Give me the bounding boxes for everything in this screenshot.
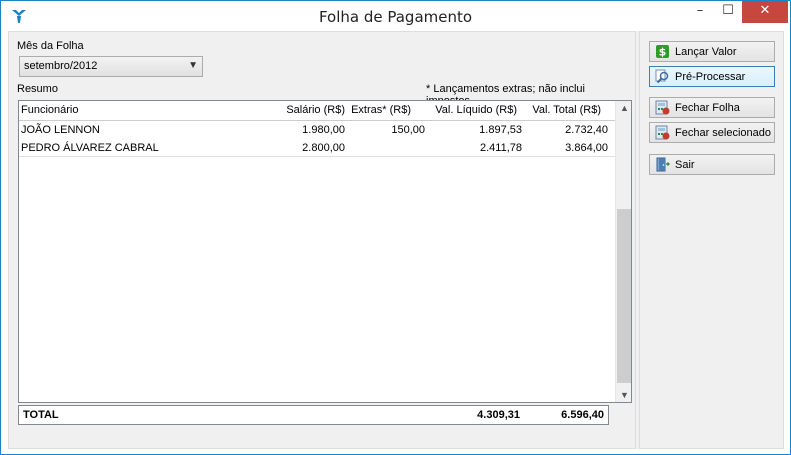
fechar-folha-button[interactable]: Fechar Folha [649,97,775,118]
summary-label: Resumo [17,83,58,95]
lancar-valor-button[interactable]: $ Lançar Valor [649,41,775,62]
title-bar: Folha de Pagamento – ☐ ✕ [1,1,790,31]
close-button[interactable]: ✕ [742,1,788,23]
sair-label: Sair [675,159,695,171]
fechar-folha-label: Fechar Folha [675,102,740,114]
summary-table[interactable]: Funcionário Salário (R$) Extras* (R$) Va… [18,100,632,403]
calculator-icon [655,125,670,140]
table-header: Funcionário Salário (R$) Extras* (R$) Va… [19,101,615,121]
header-funcionario[interactable]: Funcionário [21,104,78,116]
header-salario[interactable]: Salário (R$) [286,104,345,116]
cell-liquido: 1.897,53 [479,124,522,136]
lancar-valor-label: Lançar Valor [675,46,737,58]
scrollbar-thumb[interactable] [617,209,631,383]
payroll-panel: Mês da Folha setembro/2012 ▼ Resumo * La… [8,31,636,449]
cell-total: 3.864,00 [565,142,608,154]
header-extras[interactable]: Extras* (R$) [351,104,411,116]
pre-processar-label: Pré-Processar [675,71,746,83]
minimize-button[interactable]: – [686,1,714,23]
exit-door-icon [656,157,670,172]
cell-salario: 2.800,00 [302,142,345,154]
cell-funcionario: PEDRO ÁLVAREZ CABRAL [21,142,159,154]
window-title: Folha de Pagamento [318,8,473,26]
calculator-icon [655,100,670,115]
scroll-down-icon[interactable]: ▼ [616,390,631,400]
header-liquido[interactable]: Val. Líquido (R$) [435,104,517,116]
maximize-button[interactable]: ☐ [714,1,742,23]
month-select-value: setembro/2012 [24,60,98,72]
month-select[interactable]: setembro/2012 ▼ [19,56,203,77]
header-total[interactable]: Val. Total (R$) [532,104,601,116]
cell-salario: 1.980,00 [302,124,345,136]
main-window: Folha de Pagamento – ☐ ✕ Mês da Folha se… [0,0,791,455]
cell-total: 2.732,40 [565,124,608,136]
cell-liquido: 2.411,78 [479,142,522,154]
scroll-up-icon[interactable]: ▲ [616,103,631,113]
vertical-scrollbar[interactable]: ▲ ▼ [615,101,631,402]
table-row[interactable]: PEDRO ÁLVAREZ CABRAL 2.800,00 2.411,78 3… [19,139,615,157]
cell-extras: 150,00 [391,124,425,136]
cell-funcionario: JOÃO LENNON [21,124,100,136]
total-label: TOTAL [23,409,59,421]
client-area: Mês da Folha setembro/2012 ▼ Resumo * La… [8,31,784,449]
month-label: Mês da Folha [17,40,84,52]
money-icon: $ [656,45,669,59]
fechar-selecionado-label: Fechar selecionado [675,127,772,139]
svg-text:$: $ [659,46,667,59]
table-row[interactable]: JOÃO LENNON 1.980,00 150,00 1.897,53 2.7… [19,121,615,139]
sair-button[interactable]: Sair [649,154,775,175]
actions-panel: $ Lançar Valor Pré-Processar Fechar Folh… [639,31,784,449]
chevron-down-icon: ▼ [188,60,198,71]
magnifier-icon [655,69,669,84]
total-liquido: 4.309,31 [477,409,520,421]
pre-processar-button[interactable]: Pré-Processar [649,66,775,87]
total-row: TOTAL 4.309,31 6.596,40 [18,405,609,425]
fechar-selecionado-button[interactable]: Fechar selecionado [649,122,775,143]
total-total: 6.596,40 [561,409,604,421]
